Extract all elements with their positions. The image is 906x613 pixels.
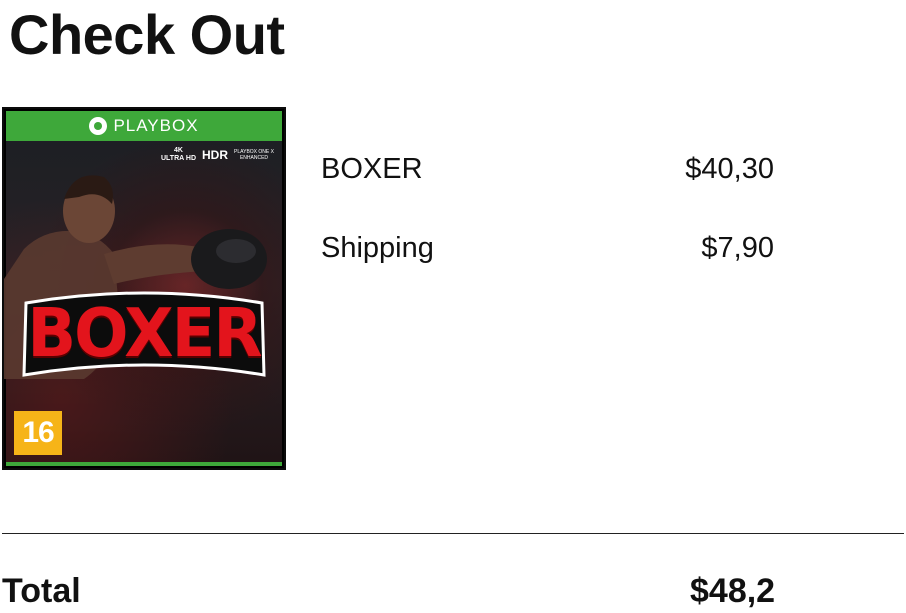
age-rating-badge: 16	[14, 411, 62, 455]
cover-brand-banner: PLAYBOX	[6, 111, 282, 141]
playbox-logo-icon	[89, 117, 108, 135]
order-line-label: BOXER	[321, 153, 423, 185]
total-label: Total	[2, 572, 81, 610]
order-line-label: Shipping	[321, 232, 434, 264]
product-cover-image: PLAYBOX 4K ULTRA HD HDR PLAYBOX ONE X EN…	[2, 107, 286, 470]
order-line-shipping: Shipping $7,90	[321, 232, 774, 265]
page-title: Check Out	[9, 3, 285, 66]
cover-bottom-bar	[6, 462, 282, 466]
order-line-product: BOXER $40,30	[321, 153, 774, 186]
cover-brand-label: PLAYBOX	[113, 116, 199, 135]
order-line-price: $7,90	[701, 232, 774, 264]
cover-game-title: BOXER	[27, 295, 262, 373]
total-value: $48,2	[690, 572, 776, 610]
total-divider	[2, 533, 904, 534]
order-line-price: $40,30	[685, 153, 774, 185]
